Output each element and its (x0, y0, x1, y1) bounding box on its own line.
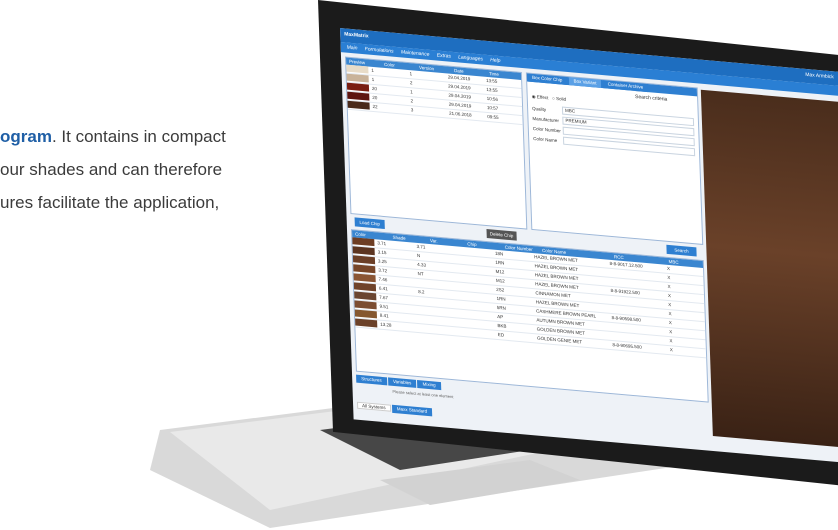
color-swatch (352, 246, 375, 256)
field-color-number-label: Color Number (532, 125, 561, 133)
color-swatch (346, 82, 370, 92)
menu-item-languages[interactable]: Languages (458, 54, 483, 62)
field-color-name-label: Color Name (533, 135, 558, 143)
menu-item-extras[interactable]: Extras (437, 53, 451, 60)
color-swatch (354, 300, 377, 310)
field-manufacturer-label: Manufacturer (532, 115, 560, 123)
color-swatch (346, 64, 369, 74)
color-swatch (347, 100, 370, 110)
radio-effect[interactable]: ◉ Effect (532, 94, 549, 100)
color-preview (700, 89, 838, 449)
radio-solid-label: Solid (555, 96, 567, 102)
intro-line-1-rest: . It contains in compact (51, 127, 226, 146)
tab-mixing[interactable]: Mixing (417, 380, 441, 391)
color-results-panel: Color Shade Var. Chip Color Number Color… (350, 229, 709, 403)
load-chip-button[interactable]: Load Chip (354, 217, 385, 230)
radio-solid[interactable]: ○ Solid (552, 96, 566, 102)
radio-effect-label: Effect (536, 94, 549, 101)
delete-chip-button[interactable]: Delete Chip (486, 228, 517, 241)
footer-bar: All Systems Maxx Standard (356, 401, 433, 417)
search-button[interactable]: Search (666, 244, 697, 257)
color-swatch (354, 291, 377, 301)
user-name[interactable]: Max Armbick (805, 72, 834, 81)
menu-item-main[interactable]: Main (347, 45, 358, 52)
color-swatch (355, 318, 378, 328)
app-title: MaxMatrix (344, 31, 369, 40)
tab-structures[interactable]: Structures (356, 374, 387, 386)
field-quality-label: Quality (531, 105, 547, 112)
menu-item-formulations[interactable]: Formulations (365, 46, 394, 55)
footer-all-systems[interactable]: All Systems (356, 401, 391, 412)
color-swatch (353, 282, 377, 292)
footer-standard[interactable]: Maxx Standard (391, 404, 433, 417)
color-swatch (353, 264, 376, 274)
menu-item-maintenance[interactable]: Maintenance (401, 49, 430, 58)
tab-variables[interactable]: Variables (387, 377, 417, 388)
status-hint: Please select at least one element (392, 388, 454, 400)
color-swatch (346, 73, 369, 83)
menu-item-help[interactable]: Help (490, 57, 501, 64)
color-swatch (353, 273, 376, 283)
color-swatch (347, 91, 370, 101)
laptop-screen: MaxMatrix Max Armbick Main Formulations … (340, 28, 838, 464)
search-panel: Box Color Chip Box Variant Container Arc… (525, 72, 704, 246)
color-swatch (354, 309, 377, 319)
results-body: 3.71 3.71 18N HAZEL BROWN MET 8-8-9017.12.50… (352, 237, 707, 359)
intro-bold: ogram (0, 127, 52, 146)
color-swatch (352, 237, 375, 247)
app-window: MaxMatrix Max Armbick Main Formulations … (340, 28, 838, 463)
color-swatch (352, 255, 376, 265)
formula-list-panel: Preview Color Version Date Time 1 1 29.04.… (344, 56, 528, 230)
